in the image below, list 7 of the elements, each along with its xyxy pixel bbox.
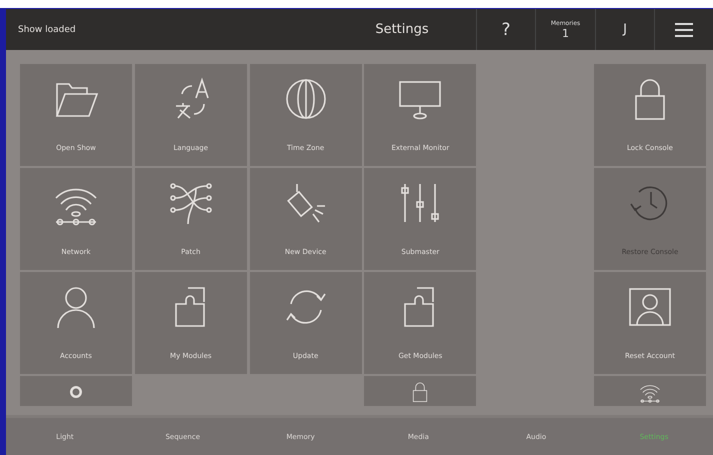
status-text: Show loaded xyxy=(17,24,77,36)
window-title: Settings xyxy=(374,21,430,39)
menu-icon xyxy=(674,22,694,38)
memories-count: 1 xyxy=(562,26,569,40)
patch-icon xyxy=(168,180,214,226)
user-button[interactable]: J xyxy=(595,9,654,50)
help-button[interactable]: ? xyxy=(476,9,535,50)
